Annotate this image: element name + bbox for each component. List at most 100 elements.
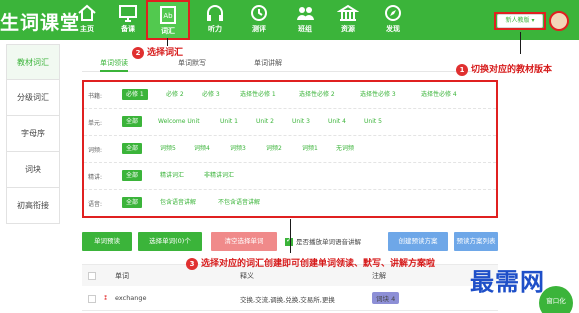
filter-row-frequency: 词频: 全部 词频5 词频4 词频3 词频2 词频1 无词频 (84, 136, 496, 163)
sidebar-item-graded-vocab[interactable]: 分级词汇 (6, 80, 60, 116)
filter-chip[interactable]: Unit 3 (292, 116, 310, 127)
svg-text:Ab: Ab (163, 12, 173, 20)
annotation-number: 3 (186, 257, 198, 270)
annotation-1: 1 切换对应的教材版本 (456, 62, 552, 76)
filter-chip[interactable]: Unit 4 (328, 116, 346, 127)
sidebar-item-alphabetical[interactable]: 字母序 (6, 116, 60, 152)
annotation-number: 1 (456, 63, 468, 76)
filter-chip[interactable]: 精讲词汇 (160, 170, 184, 181)
filter-label: 书籍: (88, 93, 103, 100)
filter-row-book: 书籍: 必修 1 必修 2 必修 3 选择性必修 1 选择性必修 2 选择性必修… (84, 82, 496, 109)
select-all-checkbox[interactable] (88, 272, 96, 280)
filter-chip[interactable]: 词频3 (230, 143, 246, 154)
filter-chip[interactable]: 必修 3 (202, 89, 220, 100)
annotation-text: 切换对应的教材版本 (471, 65, 553, 75)
autoplay-checkbox[interactable]: 是否播放单词语音讲解 (285, 236, 361, 246)
row-note-badge[interactable]: 词块 4 (372, 292, 400, 304)
nav-listening[interactable]: 听力 (190, 0, 240, 40)
user-avatar[interactable] (549, 11, 569, 31)
filter-chip[interactable]: Welcome Unit (158, 116, 200, 127)
window-mode-button[interactable]: 窗口化 (539, 286, 573, 313)
checkbox-icon[interactable] (285, 236, 293, 246)
nav-vocabulary[interactable]: Ab 词汇 (146, 0, 190, 40)
filter-chip[interactable]: 词频5 (160, 143, 176, 154)
create-plan-button[interactable]: 创建预读方案 (388, 232, 448, 251)
filter-row-unit: 单元: 全部 Welcome Unit Unit 1 Unit 2 Unit 3… (84, 109, 496, 136)
nav-assessment[interactable]: 测评 (234, 0, 284, 40)
filter-chip[interactable]: 不包含语音讲解 (218, 197, 260, 208)
filter-chip[interactable]: 词频1 (302, 143, 318, 154)
filter-chip[interactable]: 选择性必修 3 (360, 89, 396, 100)
filter-chip[interactable]: 全部 (122, 170, 143, 181)
table-row[interactable]: ⁑ exchange 交换,交流,调换,兑换,交易所,更换 词块 4 (82, 287, 498, 311)
column-word: 单词 (115, 272, 129, 280)
filter-chip[interactable]: 选择性必修 1 (240, 89, 276, 100)
tab-word-explanation[interactable]: 单词讲解 (254, 58, 282, 72)
nav-listening-label: 听力 (208, 25, 222, 33)
filter-label: 单元: (88, 120, 103, 127)
clear-selection-button[interactable]: 清空选择单词 (211, 232, 277, 251)
filter-row-focus: 精讲: 全部 精讲词汇 非精讲词汇 (84, 163, 496, 190)
annotation-arrow (520, 32, 521, 54)
autoplay-label: 是否播放单词语音讲解 (296, 238, 361, 246)
filter-chip[interactable]: 包含语音讲解 (160, 197, 196, 208)
clock-icon (251, 5, 267, 21)
monitor-icon (119, 5, 137, 22)
filter-chip[interactable]: Unit 5 (364, 116, 382, 127)
nav-assessment-label: 测评 (252, 25, 266, 33)
headphone-icon (207, 5, 223, 21)
filter-chip[interactable]: 必修 1 (122, 89, 148, 100)
annotation-3: 3 选择对应的词汇创建即可创建单词领读、默写、讲解方案啦 (186, 256, 435, 270)
row-meaning: 交换,交流,调换,兑换,交易所,更换 (240, 296, 335, 304)
row-word: exchange (115, 294, 147, 302)
textbook-version-select[interactable]: 新人教版 ▾ (497, 14, 543, 28)
watermark: 最需网 (470, 267, 545, 296)
plan-list-button[interactable]: 预读方案列表 (454, 232, 498, 251)
filter-label: 语音: (88, 201, 103, 208)
filter-chip[interactable]: Unit 2 (256, 116, 274, 127)
vocabulary-icon: Ab (160, 6, 176, 24)
annotation-arrow (290, 219, 291, 253)
filter-panel: 书籍: 必修 1 必修 2 必修 3 选择性必修 1 选择性必修 2 选择性必修… (82, 80, 498, 218)
filter-chip[interactable]: 词频2 (266, 143, 282, 154)
nav-discover-label: 发现 (386, 25, 400, 33)
annotation-2: 2 选择词汇 (132, 45, 183, 59)
filter-chip[interactable]: 选择性必修 4 (421, 89, 457, 100)
library-icon (337, 4, 359, 21)
sidebar-item-junior-senior[interactable]: 初高衔接 (6, 188, 60, 224)
filter-chip[interactable]: 全部 (122, 197, 143, 208)
column-meaning: 释义 (240, 272, 254, 280)
sidebar-item-textbook-vocab[interactable]: 教材词汇 (6, 44, 60, 80)
annotation-text: 选择词汇 (147, 48, 184, 58)
filter-chip[interactable]: Unit 1 (220, 116, 238, 127)
top-nav-bar: 生词课堂 主页 备课 Ab 词汇 听力 测评 班组 资源 发现 新人教版 ▾ (0, 0, 579, 40)
filter-chip[interactable]: 词频4 (194, 143, 210, 154)
filter-chip[interactable]: 全部 (122, 143, 143, 154)
filter-chip[interactable]: 选择性必修 2 (299, 89, 335, 100)
filter-label: 精讲: (88, 174, 103, 181)
column-note: 注解 (372, 272, 386, 280)
nav-discover[interactable]: 发现 (368, 0, 418, 40)
filter-chip[interactable]: 全部 (122, 116, 143, 127)
annotation-text: 选择对应的词汇创建即可创建单词领读、默写、讲解方案啦 (201, 259, 436, 269)
tab-bar: 单词领读 单词默写 单词讲解 (82, 58, 472, 72)
filter-chip[interactable]: 必修 2 (166, 89, 184, 100)
compass-icon (385, 5, 401, 21)
row-checkbox[interactable] (88, 295, 96, 303)
select-words-button[interactable]: 选择单词(0)个 (138, 232, 202, 251)
filter-chip[interactable]: 非精讲词汇 (204, 170, 234, 181)
nav-vocabulary-label: 词汇 (161, 27, 175, 35)
word-preview-button[interactable]: 单词预读 (82, 232, 132, 251)
group-icon (297, 7, 314, 20)
annotation-number: 2 (132, 46, 144, 59)
nav-resources[interactable]: 资源 (323, 0, 373, 40)
filter-row-audio: 语音: 全部 包含语音讲解 不包含语音讲解 (84, 190, 496, 216)
home-icon (78, 4, 96, 21)
filter-chip[interactable]: 无词频 (336, 143, 354, 154)
audio-icon[interactable]: ⁑ (104, 294, 107, 302)
nav-resources-label: 资源 (341, 25, 355, 33)
tab-word-reading[interactable]: 单词领读 (100, 58, 128, 72)
sidebar-item-chunks[interactable]: 词块 (6, 152, 60, 188)
tab-word-dictation[interactable]: 单词默写 (178, 58, 206, 72)
sidebar: 教材词汇 分级词汇 字母序 词块 初高衔接 (6, 44, 60, 224)
